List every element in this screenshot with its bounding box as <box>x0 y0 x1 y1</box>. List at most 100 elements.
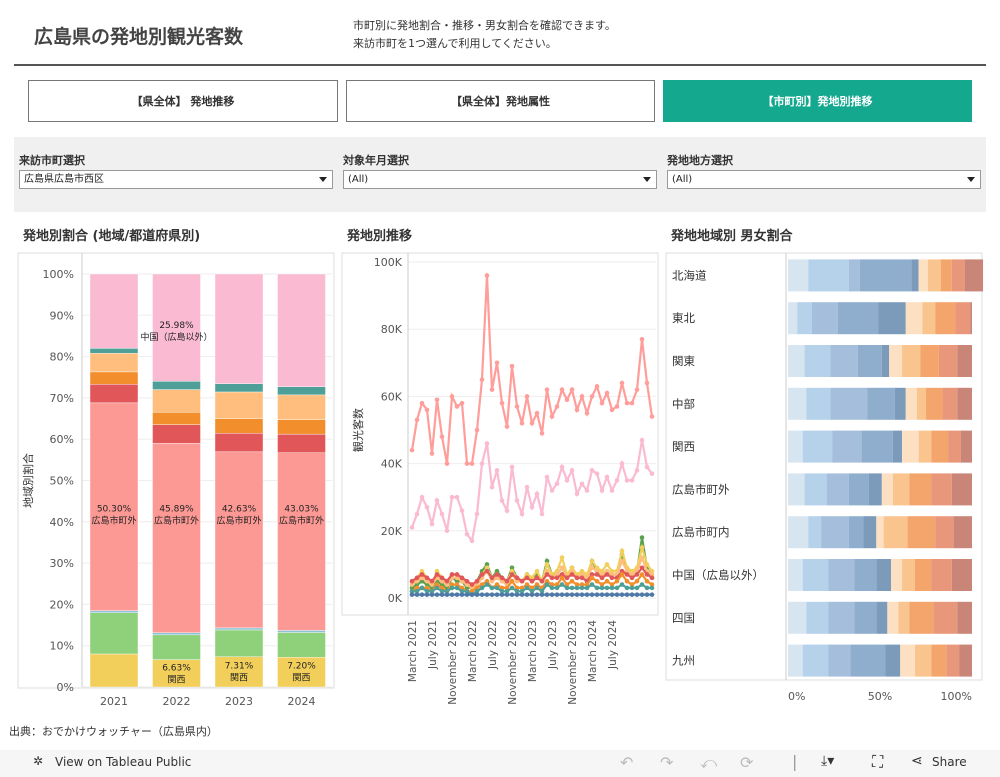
tab-city-trend[interactable]: 【市町別】発地別推移 <box>663 80 972 122</box>
bar-segment <box>964 259 984 292</box>
data-point <box>484 273 490 278</box>
data-point <box>594 384 600 389</box>
data-point <box>489 484 495 490</box>
tab-prefecture-attributes[interactable]: 【県全体】発地属性 <box>346 80 655 122</box>
bar-segment <box>951 473 972 506</box>
bar-segment <box>152 389 201 413</box>
chart-frame <box>341 252 659 616</box>
data-point <box>534 410 540 416</box>
data-point <box>414 511 420 517</box>
data-point <box>549 592 555 597</box>
data-point <box>499 498 505 503</box>
region-select[interactable]: (All) <box>667 170 981 189</box>
category-label: 九州 <box>672 654 695 668</box>
data-point <box>529 504 535 510</box>
data-point <box>634 592 640 597</box>
data-point <box>589 592 595 597</box>
bar-segment <box>802 644 829 677</box>
download-icon[interactable]: ⤓▾ <box>821 753 834 769</box>
data-point <box>449 592 455 597</box>
view-on-tableau-link[interactable]: View on Tableau Public <box>55 755 191 769</box>
data-point <box>479 572 485 577</box>
tab-prefecture-trend[interactable]: 【県全体】 発地推移 <box>28 80 338 122</box>
data-point <box>629 478 635 483</box>
undo-icon[interactable]: ↶ <box>620 753 633 772</box>
data-point <box>619 380 625 386</box>
trend-chart[interactable]: 0K 20K 40K 60K 80K 100K 観光客数 March 2021 July 202… <box>340 250 660 715</box>
data-point <box>464 578 470 584</box>
data-point <box>424 575 430 581</box>
gender-chart[interactable]: 北海道東北関東中部関西広島市町外広島市町内中国（広島以外） 四国九州 0% 50% 10… <box>664 250 986 715</box>
data-point <box>569 592 575 597</box>
bar-segment <box>277 394 326 420</box>
data-point <box>594 572 600 577</box>
data-point <box>489 592 495 597</box>
bar-segment <box>909 601 934 634</box>
data-point <box>499 592 505 597</box>
bar-segment <box>214 391 264 419</box>
category-label: 四国 <box>672 611 695 625</box>
data-point <box>529 592 535 597</box>
bar-segment <box>152 634 201 660</box>
share-icon[interactable]: ⋖ <box>911 753 923 769</box>
data-point <box>579 481 585 487</box>
data-point <box>479 592 485 597</box>
bar-segment <box>935 516 954 549</box>
data-point <box>619 461 625 466</box>
y-tick-label: 40% <box>50 516 74 529</box>
data-point <box>504 508 510 513</box>
data-point <box>619 582 625 587</box>
bar-segment <box>89 610 139 613</box>
data-point <box>409 592 415 597</box>
data-point <box>639 535 645 540</box>
bar-segment <box>951 559 972 591</box>
data-point <box>619 592 625 597</box>
data-point <box>579 592 585 597</box>
data-point <box>614 404 620 409</box>
fullscreen-icon[interactable]: ⛶ <box>872 752 883 772</box>
refresh-icon[interactable]: ⟳ <box>740 753 753 772</box>
data-label-value: 6.63% <box>162 664 191 674</box>
bar-segment <box>152 412 201 425</box>
bar-segment <box>861 430 893 463</box>
bar-segment <box>214 273 264 384</box>
page-description: 市町別に発地割合・推移・男女割合を確認できます。 来訪市町を1つ選んで利用してく… <box>353 17 616 53</box>
data-point <box>494 468 500 473</box>
data-point <box>444 528 450 534</box>
data-point <box>569 572 575 577</box>
data-point <box>559 582 565 587</box>
month-select[interactable]: (All) <box>343 170 657 189</box>
bar-segment <box>854 559 877 591</box>
data-point <box>489 387 495 392</box>
share-button[interactable]: Share <box>932 755 967 769</box>
data-point <box>584 488 590 493</box>
bar-segment <box>854 601 877 634</box>
city-filter-label: 来訪市町選択 <box>19 154 85 167</box>
data-point <box>514 404 520 409</box>
data-point <box>559 464 565 470</box>
data-point <box>559 592 565 597</box>
y-tick-label: 10% <box>50 640 74 653</box>
data-point <box>489 575 495 581</box>
city-select[interactable]: 広島県広島市西区 <box>19 170 333 189</box>
revert-icon[interactable]: ⤺ <box>700 753 717 773</box>
bar-segment <box>881 345 890 377</box>
data-point <box>494 360 500 366</box>
share-chart[interactable]: 0% 10% 20% 30% 40% 50% 60% 70% 80% 90% 100% 地域別割合 20… <box>14 250 336 715</box>
bar-segment <box>214 418 264 434</box>
data-point <box>614 592 620 597</box>
data-point <box>529 578 535 584</box>
data-point <box>574 491 580 497</box>
data-point <box>559 565 565 571</box>
redo-icon[interactable]: ↷ <box>660 753 673 772</box>
bar-segment <box>918 259 928 292</box>
data-point <box>474 511 480 517</box>
bar-segment <box>826 473 849 506</box>
bar-segment <box>828 644 851 677</box>
bar-segment <box>277 419 326 435</box>
bar-segment <box>802 559 829 591</box>
x-tick-label: July 2023 <box>547 620 559 670</box>
x-tick-label: 2021 <box>100 695 128 708</box>
data-point <box>564 592 570 597</box>
data-point <box>519 511 525 517</box>
